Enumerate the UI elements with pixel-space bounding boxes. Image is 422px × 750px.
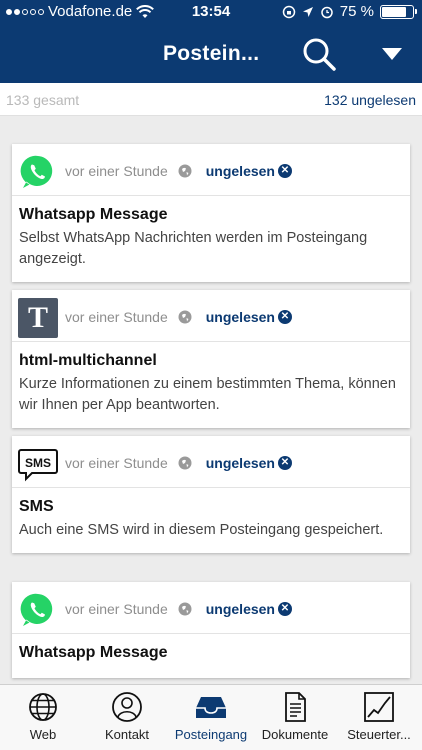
message-card[interactable]: vor einer Stunde ungelesen ✕ Whatsapp Me… (12, 144, 410, 282)
time-label: vor einer Stunde (65, 163, 168, 179)
tab-web[interactable]: Web (1, 691, 85, 742)
card-header: vor einer Stunde ungelesen ✕ (12, 144, 410, 196)
unread-badge[interactable]: ungelesen ✕ (206, 601, 292, 617)
location-icon (302, 6, 313, 17)
message-card[interactable]: SMS vor einer Stunde ungelesen ✕ SMS Auc… (12, 436, 410, 553)
close-circle-icon: ✕ (277, 310, 292, 324)
whatsapp-icon (20, 593, 53, 626)
message-title: html-multichannel (19, 352, 157, 369)
document-icon (285, 692, 306, 722)
message-preview: Selbst WhatsApp Nachrichten werden im Po… (19, 230, 368, 267)
total-count: 133 gesamt (6, 92, 80, 108)
tab-label: Steuerter... (347, 727, 411, 742)
tab-steuerter[interactable]: Steuerter... (337, 691, 421, 742)
inbox-icon (196, 697, 226, 718)
close-circle-icon: ✕ (277, 456, 292, 470)
tab-dokumente[interactable]: Dokumente (253, 691, 337, 742)
battery-percent: 75 % (339, 3, 374, 20)
tab-posteingang[interactable]: Posteingang (169, 691, 253, 742)
card-meta: vor einer Stunde ungelesen ✕ (65, 163, 292, 179)
tab-bar: Web Kontakt Posteingang Dokumente Steuer… (0, 684, 422, 750)
card-meta: vor einer Stunde ungelesen ✕ (65, 309, 292, 325)
time-label: vor einer Stunde (65, 601, 168, 617)
card-body: Whatsapp Message Selbst WhatsApp Nachric… (12, 196, 410, 282)
close-circle-icon: ✕ (277, 164, 292, 178)
message-preview: Auch eine SMS wird in diesem Posteingang… (19, 522, 384, 538)
message-title: Whatsapp Message (19, 644, 168, 661)
globe-icon (178, 456, 192, 470)
card-body: Whatsapp Message (12, 634, 410, 678)
tab-label: Dokumente (261, 727, 329, 742)
unread-badge-label: ungelesen (205, 455, 275, 471)
globe-icon (178, 602, 192, 616)
unread-badge[interactable]: ungelesen ✕ (206, 455, 292, 471)
card-header: vor einer Stunde ungelesen ✕ (12, 582, 410, 634)
search-icon (303, 38, 336, 71)
unread-count[interactable]: 132 ungelesen (324, 92, 416, 108)
tab-kontakt[interactable]: Kontakt (85, 691, 169, 742)
unread-badge[interactable]: ungelesen ✕ (206, 309, 292, 325)
sms-icon: SMS (18, 449, 58, 482)
globe-icon (29, 693, 57, 721)
unread-badge-label: ungelesen (205, 309, 275, 325)
tab-label: Web (29, 727, 57, 742)
card-body: SMS Auch eine SMS wird in diesem Postein… (12, 488, 410, 553)
time-label: vor einer Stunde (65, 455, 168, 471)
close-circle-icon: ✕ (277, 602, 292, 616)
search-button[interactable] (300, 36, 340, 74)
battery-icon (380, 4, 417, 19)
dropdown-button[interactable] (380, 44, 404, 64)
globe-icon (178, 164, 192, 178)
card-header: T vor einer Stunde ungelesen ✕ (12, 290, 410, 342)
message-title: Whatsapp Message (19, 206, 168, 223)
message-card[interactable]: T vor einer Stunde ungelesen ✕ html-mult… (12, 290, 410, 428)
rotation-lock-icon (282, 5, 296, 18)
status-right: 75 % (282, 3, 417, 20)
unread-badge-label: ungelesen (205, 163, 275, 179)
sms-icon-text: SMS (25, 456, 51, 470)
message-counts: 133 gesamt 132 ungelesen (0, 83, 422, 116)
time-label: vor einer Stunde (65, 309, 168, 325)
person-icon (112, 692, 142, 722)
page-title: Postein... (163, 42, 260, 65)
message-preview: Kurze Informationen zu einem bestimmten … (19, 376, 396, 413)
chart-icon (364, 692, 394, 722)
whatsapp-icon (20, 155, 53, 188)
status-bar: Vodafone.de 13:54 75 % (0, 0, 422, 24)
text-t-icon: T (18, 298, 58, 338)
message-title: SMS (19, 498, 54, 515)
card-meta: vor einer Stunde ungelesen ✕ (65, 601, 292, 617)
triangle-down-icon (382, 48, 402, 60)
globe-icon (178, 310, 192, 324)
app-header: Vodafone.de 13:54 75 % Postein... (0, 0, 422, 83)
message-card[interactable]: vor einer Stunde ungelesen ✕ Whatsapp Me… (12, 582, 410, 678)
alarm-icon (321, 6, 333, 18)
tab-label: Posteingang (174, 727, 248, 742)
card-body: html-multichannel Kurze Informationen zu… (12, 342, 410, 428)
unread-badge-label: ungelesen (205, 601, 275, 617)
tab-label: Kontakt (104, 727, 150, 742)
unread-badge[interactable]: ungelesen ✕ (206, 163, 292, 179)
card-header: SMS vor einer Stunde ungelesen ✕ (12, 436, 410, 488)
card-meta: vor einer Stunde ungelesen ✕ (65, 455, 292, 471)
